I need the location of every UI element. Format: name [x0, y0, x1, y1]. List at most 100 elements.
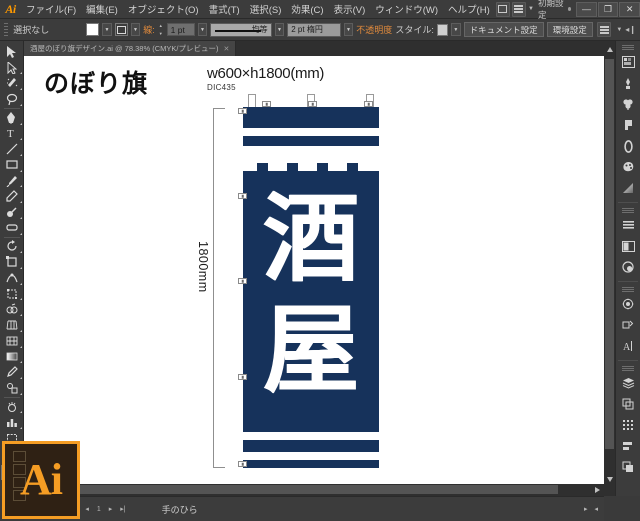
stroke-profile-dropdown-icon[interactable]: ▼ — [274, 23, 285, 36]
direct-selection-tool[interactable] — [1, 60, 23, 76]
canvas-vertical-scrollbar[interactable] — [604, 41, 616, 496]
free-transform-tool[interactable] — [1, 286, 23, 302]
graphic-style-swatch[interactable] — [436, 23, 449, 36]
gradient-tool[interactable] — [1, 349, 23, 365]
menu-help[interactable]: ヘルプ(H) — [443, 0, 495, 19]
paintbrush-tool[interactable] — [1, 173, 23, 189]
symbols-panel-icon[interactable] — [618, 115, 638, 135]
document-tab[interactable]: 酒屋のぼり旗デザイン.ai @ 78.38% (CMYK/プレビュー) ✕ — [24, 41, 237, 56]
document-setup-button[interactable]: ドキュメント設定 — [463, 22, 544, 37]
stroke-weight-field[interactable]: 1 pt — [166, 23, 195, 36]
control-bar-overflow[interactable]: ◂❙ — [625, 25, 640, 34]
eyedropper-tool[interactable] — [1, 364, 23, 380]
brushes-panel-icon[interactable] — [618, 94, 638, 114]
column-graph-tool[interactable] — [1, 414, 23, 430]
panel-group-grip[interactable] — [622, 366, 634, 371]
separation-preview-icon[interactable] — [618, 415, 638, 435]
minimize-button[interactable]: — — [576, 1, 597, 17]
scrollbar-thumb[interactable] — [605, 59, 614, 449]
shape-builder-tool[interactable] — [1, 301, 23, 317]
artboards-panel-icon[interactable] — [618, 394, 638, 414]
fill-swatch-dropdown-icon[interactable]: ▼ — [102, 23, 112, 36]
blob-brush-tool[interactable] — [1, 204, 23, 220]
stroke-swatch-dropdown-icon[interactable]: ▼ — [130, 23, 141, 36]
canvas-horizontal-scrollbar[interactable] — [24, 484, 604, 496]
close-button[interactable]: ✕ — [619, 1, 640, 17]
stroke-profile-combo[interactable]: 均等 — [210, 22, 272, 37]
close-icon[interactable]: ✕ — [223, 45, 229, 53]
menu-edit[interactable]: 編集(E) — [81, 0, 123, 19]
bridge-icon[interactable] — [495, 1, 510, 17]
artboard-number-field[interactable]: 1 — [95, 506, 103, 513]
scroll-up-icon[interactable] — [606, 47, 613, 52]
menu-object[interactable]: オブジェクト(O) — [123, 0, 204, 19]
swatches-panel-icon[interactable] — [618, 157, 638, 177]
appearance-panel-icon[interactable] — [618, 257, 638, 277]
line-segment-tool[interactable] — [1, 141, 23, 157]
panel-group-grip[interactable] — [622, 287, 634, 292]
status-chevron-right-icon[interactable]: ▸ — [582, 505, 590, 513]
align-panel-icon[interactable] — [618, 215, 638, 235]
prev-artboard-icon[interactable]: ◂ — [83, 505, 91, 513]
perspective-grid-tool[interactable] — [1, 317, 23, 333]
type-tool[interactable]: T — [1, 126, 23, 142]
brush-definition-dropdown-icon[interactable]: ▼ — [343, 23, 354, 36]
panel-group-grip[interactable] — [622, 45, 634, 50]
menu-type[interactable]: 書式(T) — [204, 0, 245, 19]
gradient-panel-icon[interactable] — [618, 178, 638, 198]
scrollbar-thumb[interactable] — [38, 485, 558, 494]
opacity-label[interactable]: 不透明度 — [356, 23, 392, 36]
transform-panel-icon[interactable] — [618, 315, 638, 335]
nobori-banner[interactable]: 酒 屋 — [243, 107, 379, 468]
menu-window[interactable]: ウィンドウ(W) — [370, 0, 443, 19]
graphic-styles-panel-icon[interactable] — [618, 294, 638, 314]
current-tool-status[interactable]: 手のひら — [162, 503, 198, 516]
color-guide-panel-icon[interactable] — [618, 73, 638, 93]
canvas-area[interactable]: のぼり旗 w600×h1800(mm) DIC435 酒 屋 1800mm — [24, 56, 604, 496]
menu-effect[interactable]: 効果(C) — [286, 0, 328, 19]
magic-wand-tool[interactable] — [1, 75, 23, 91]
next-artboard-icon[interactable]: ▸ — [107, 505, 115, 513]
arrange-documents-icon[interactable] — [511, 1, 527, 17]
fill-color-swatch[interactable] — [86, 23, 100, 36]
rectangle-tool[interactable] — [1, 157, 23, 173]
brush-definition-combo[interactable]: 2 pt 楕円 — [287, 22, 341, 37]
workspace-switcher[interactable]: 初期設定 — [534, 0, 575, 21]
rotate-tool[interactable] — [1, 239, 23, 255]
selection-tool[interactable] — [1, 44, 23, 60]
mesh-tool[interactable] — [1, 333, 23, 349]
scale-tool[interactable] — [1, 254, 23, 270]
stroke-weight-dropdown-icon[interactable]: ▼ — [197, 23, 208, 36]
layers-panel-icon[interactable] — [618, 373, 638, 393]
artboard[interactable]: のぼり旗 w600×h1800(mm) DIC435 酒 屋 1800mm — [24, 56, 604, 496]
blend-tool[interactable] — [1, 380, 23, 396]
last-artboard-icon[interactable]: ▸| — [118, 505, 127, 513]
status-bar-right[interactable]: ▸ ◂ — [582, 505, 604, 513]
maximize-button[interactable]: ❐ — [597, 1, 619, 17]
preferences-button[interactable]: 環境設定 — [546, 22, 593, 37]
panel-group-grip[interactable] — [622, 208, 634, 213]
width-tool[interactable] — [1, 270, 23, 286]
status-chevron-left-icon[interactable]: ◂ — [592, 505, 600, 513]
stroke-weight-stepper[interactable]: ▲ ▼ — [158, 23, 164, 36]
scroll-down-icon[interactable] — [606, 477, 613, 482]
color-panel-icon[interactable] — [618, 52, 638, 72]
stroke-panel-icon[interactable] — [618, 136, 638, 156]
pen-tool[interactable] — [1, 110, 23, 126]
control-bar-grip[interactable] — [4, 22, 9, 37]
align-objects-icon[interactable] — [618, 436, 638, 456]
lasso-tool[interactable] — [1, 91, 23, 107]
menu-file[interactable]: ファイル(F) — [21, 0, 81, 19]
menu-select[interactable]: 選択(S) — [245, 0, 287, 19]
pathfinder-panel-icon[interactable] — [618, 457, 638, 477]
pencil-tool[interactable] — [1, 188, 23, 204]
menu-view[interactable]: 表示(V) — [329, 0, 371, 19]
stroke-color-swatch[interactable] — [114, 23, 128, 36]
symbol-sprayer-tool[interactable] — [1, 399, 23, 415]
graphic-style-dropdown-icon[interactable]: ▼ — [451, 23, 461, 36]
align-options-icon[interactable] — [596, 22, 612, 37]
character-panel-icon[interactable]: A — [618, 336, 638, 356]
eraser-tool[interactable] — [1, 220, 23, 236]
scroll-right-icon[interactable] — [595, 486, 600, 493]
transparency-panel-icon[interactable] — [618, 236, 638, 256]
